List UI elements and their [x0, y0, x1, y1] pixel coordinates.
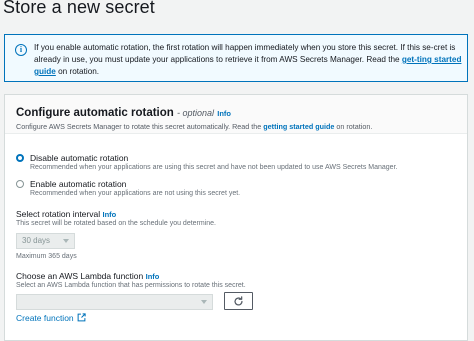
section-info-link[interactable]: Info	[217, 109, 231, 118]
section-desc-before: Configure AWS Secrets Manager to rotate …	[16, 122, 264, 131]
section-desc-after: on rotation.	[334, 122, 373, 131]
radio-button[interactable]	[16, 180, 24, 188]
optional-tag: - optional	[177, 108, 215, 118]
lambda-function-select[interactable]	[16, 294, 213, 310]
interval-hint: Maximum 365 days	[16, 253, 77, 260]
rotation-panel: Configure automatic rotation - optional …	[4, 94, 468, 341]
interval-info-link[interactable]: Info	[102, 210, 116, 219]
radio-description: Recommended when your applications are u…	[30, 164, 398, 171]
lambda-label-text: Choose an AWS Lambda function	[16, 271, 144, 281]
interval-label-text: Select rotation interval	[16, 209, 101, 219]
interval-value: 30 days	[22, 236, 51, 245]
lambda-description: Select an AWS Lambda function that has p…	[16, 282, 246, 289]
refresh-button[interactable]	[224, 292, 253, 310]
panel-header: Configure automatic rotation - optional …	[5, 95, 467, 134]
section-getting-started-link[interactable]: getting started guide	[263, 122, 334, 131]
alert-text: If you enable automatic rotation, the fi…	[34, 42, 466, 78]
external-link-icon	[77, 313, 86, 322]
chevron-down-icon	[63, 239, 69, 243]
interval-label: Select rotation interval Info	[16, 209, 116, 219]
interval-select[interactable]: 30 days	[16, 233, 75, 249]
section-title: Configure automatic rotation - optional …	[16, 107, 231, 119]
lambda-info-link[interactable]: Info	[146, 272, 160, 281]
chevron-down-icon	[201, 300, 207, 304]
radio-label: Enable automatic rotation	[30, 179, 127, 189]
create-function-link[interactable]: Create function	[16, 313, 86, 323]
interval-description: This secret will be rotated based on the…	[16, 220, 217, 227]
create-function-label: Create function	[16, 313, 74, 323]
info-alert: i If you enable automatic rotation, the …	[4, 34, 468, 82]
alert-text-after: on rotation.	[55, 67, 100, 76]
refresh-icon	[234, 296, 243, 306]
info-icon: i	[15, 44, 27, 56]
alert-text-before: If you enable automatic rotation, the fi…	[34, 43, 456, 64]
section-title-text: Configure automatic rotation	[16, 107, 174, 119]
page-title: Store a new secret	[3, 0, 155, 17]
radio-description: Recommended when your applications are n…	[30, 190, 241, 197]
radio-button-selected[interactable]	[16, 154, 24, 162]
lambda-label: Choose an AWS Lambda function Info	[16, 271, 159, 281]
section-description: Configure AWS Secrets Manager to rotate …	[16, 122, 372, 131]
radio-label: Disable automatic rotation	[30, 153, 129, 163]
